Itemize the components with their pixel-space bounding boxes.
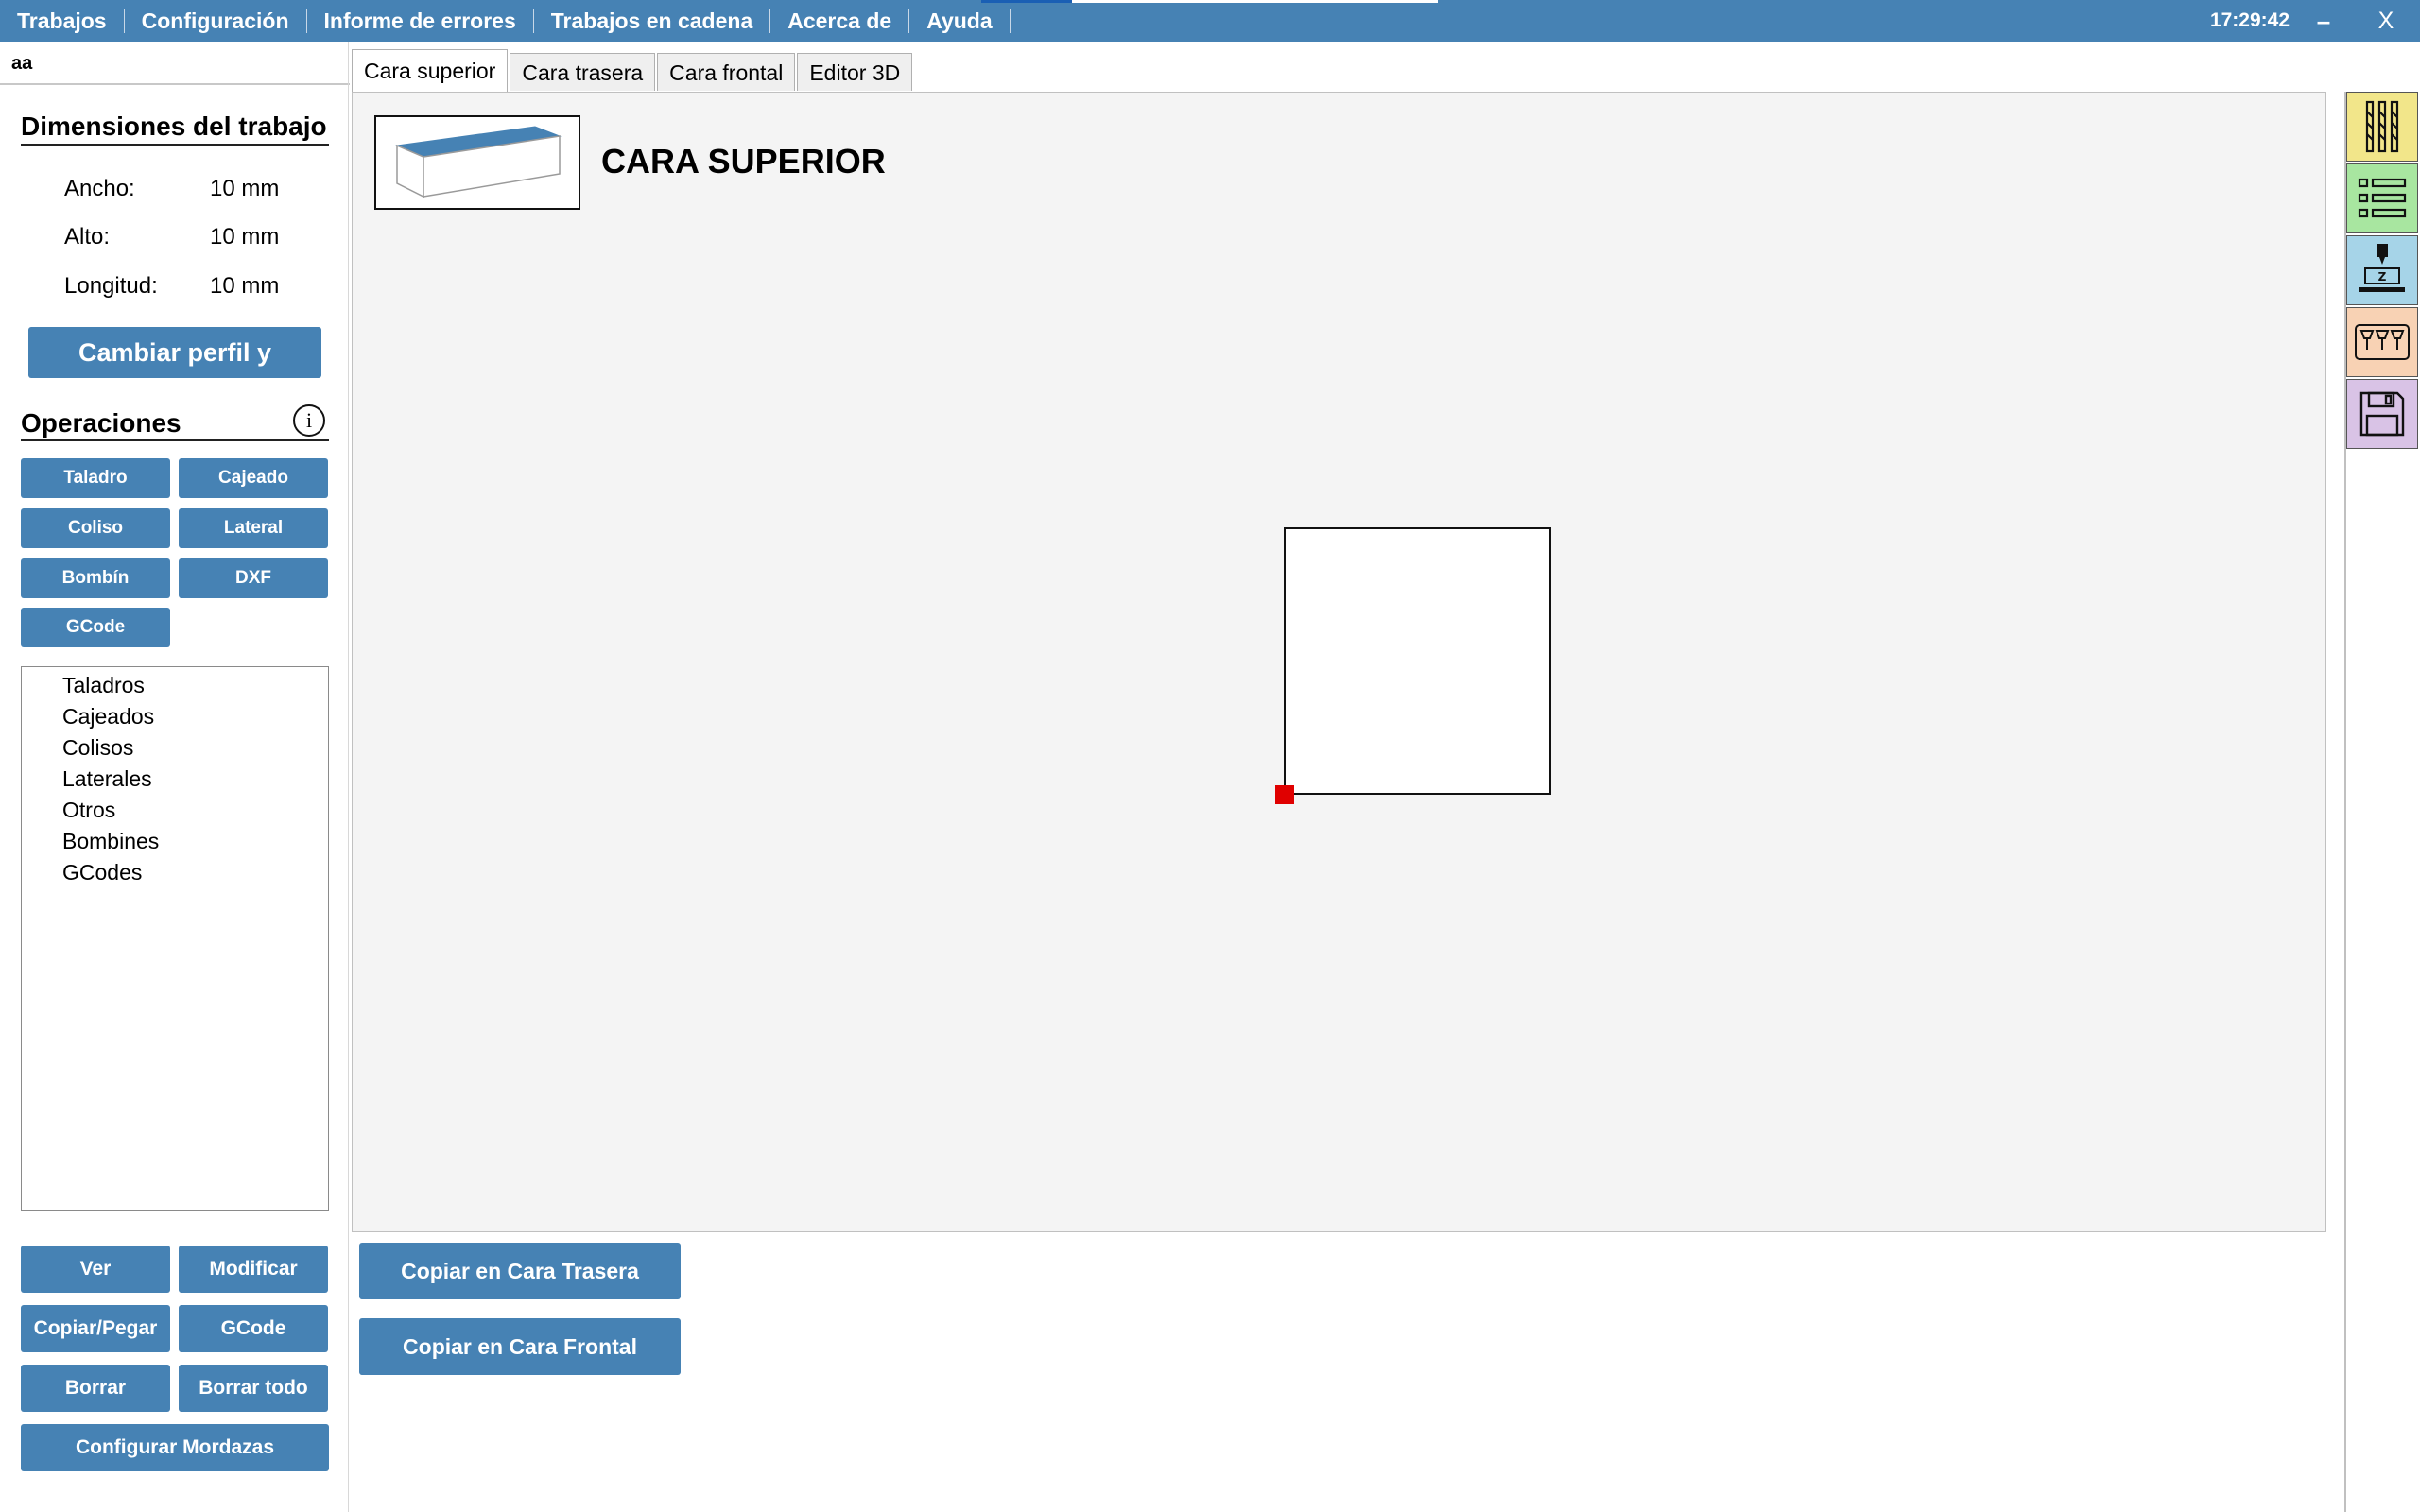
alto-label: Alto:	[64, 224, 111, 249]
progress-fill	[981, 0, 1072, 3]
list-button[interactable]	[2346, 163, 2418, 233]
save-icon	[2360, 391, 2405, 437]
save-button[interactable]	[2346, 379, 2418, 449]
cajeado-button[interactable]: Cajeado	[179, 458, 328, 498]
operations-list[interactable]: Taladros Cajeados Colisos Laterales Otro…	[21, 666, 329, 1211]
menu-trabajos-cadena[interactable]: Trabajos en cadena	[534, 9, 771, 33]
left-panel-border	[348, 42, 349, 1512]
bombin-button[interactable]: Bombín	[21, 558, 170, 598]
longitud-label: Longitud:	[64, 273, 158, 299]
info-icon[interactable]: i	[293, 404, 325, 437]
menu-bar: Trabajos Configuración Informe de errore…	[0, 0, 2420, 42]
list-item-gcodes[interactable]: GCodes	[62, 860, 142, 885]
menu-informe-errores[interactable]: Informe de errores	[307, 9, 534, 33]
dxf-button[interactable]: DXF	[179, 558, 328, 598]
spindles-icon	[2355, 324, 2410, 360]
face-thumbnail	[374, 115, 580, 210]
gcode-op-button[interactable]: GCode	[21, 608, 170, 647]
menu-items: Trabajos Configuración Informe de errore…	[0, 0, 1011, 42]
list-item-cajeados[interactable]: Cajeados	[62, 704, 154, 730]
operations-underline	[21, 439, 329, 441]
list-item-colisos[interactable]: Colisos	[62, 735, 133, 761]
clock: 17:29:42	[2209, 9, 2290, 31]
menu-acerca-de[interactable]: Acerca de	[770, 9, 910, 33]
borrar-button[interactable]: Borrar	[21, 1365, 170, 1412]
list-item-otros[interactable]: Otros	[62, 798, 115, 823]
dimensions-underline	[21, 144, 329, 146]
progress-strip	[981, 0, 1438, 3]
lateral-button[interactable]: Lateral	[179, 508, 328, 548]
svg-text:Z: Z	[2378, 270, 2387, 284]
list-icon	[2358, 178, 2407, 218]
change-profile-button[interactable]: Cambiar perfil y longitud	[28, 327, 321, 418]
modificar-button[interactable]: Modificar	[179, 1246, 328, 1293]
tab-cara-trasera[interactable]: Cara trasera	[510, 53, 656, 91]
tab-cara-frontal[interactable]: Cara frontal	[657, 53, 796, 91]
workpiece[interactable]	[1284, 527, 1551, 795]
left-divider	[0, 83, 350, 85]
box-top-face-icon	[395, 126, 562, 198]
coliso-button[interactable]: Coliso	[21, 508, 170, 548]
machine-z-icon: Z	[2360, 244, 2405, 292]
taladro-button[interactable]: Taladro	[21, 458, 170, 498]
copy-to-front-button[interactable]: Copiar en Cara Frontal	[359, 1318, 681, 1375]
list-item-taladros[interactable]: Taladros	[62, 673, 145, 698]
machine-button[interactable]: Z	[2346, 235, 2418, 305]
tools-button[interactable]	[2346, 92, 2418, 162]
configurar-mordazas-button[interactable]: Configurar Mordazas	[21, 1424, 329, 1471]
menu-ayuda[interactable]: Ayuda	[909, 9, 1011, 33]
gcode-action-button[interactable]: GCode	[179, 1305, 328, 1352]
close-button[interactable]: X	[2356, 0, 2416, 42]
copiar-pegar-button[interactable]: Copiar/Pegar	[21, 1305, 170, 1352]
face-title: CARA SUPERIOR	[601, 142, 886, 180]
job-name: aa	[11, 53, 33, 74]
origin-marker	[1275, 785, 1294, 804]
ancho-value: 10 mm	[210, 176, 280, 201]
longitud-value: 10 mm	[210, 273, 280, 299]
alto-value: 10 mm	[210, 224, 280, 249]
operations-title: Operaciones	[21, 408, 182, 438]
face-tabs: Cara superior Cara trasera Cara frontal …	[352, 49, 914, 93]
minimize-button[interactable]: –	[2293, 0, 2354, 42]
list-item-bombines[interactable]: Bombines	[62, 829, 159, 854]
dimensions-title: Dimensiones del trabajo	[21, 112, 327, 141]
list-item-laterales[interactable]: Laterales	[62, 766, 152, 792]
menu-trabajos[interactable]: Trabajos	[0, 9, 125, 33]
tools-icon	[2365, 100, 2399, 153]
copy-to-back-button[interactable]: Copiar en Cara Trasera	[359, 1243, 681, 1299]
ancho-label: Ancho:	[64, 176, 135, 201]
ver-button[interactable]: Ver	[21, 1246, 170, 1293]
spindles-button[interactable]	[2346, 307, 2418, 377]
borrar-todo-button[interactable]: Borrar todo	[179, 1365, 328, 1412]
tab-cara-superior[interactable]: Cara superior	[352, 49, 509, 93]
tab-editor-3d[interactable]: Editor 3D	[797, 53, 913, 91]
menu-configuracion[interactable]: Configuración	[125, 9, 307, 33]
